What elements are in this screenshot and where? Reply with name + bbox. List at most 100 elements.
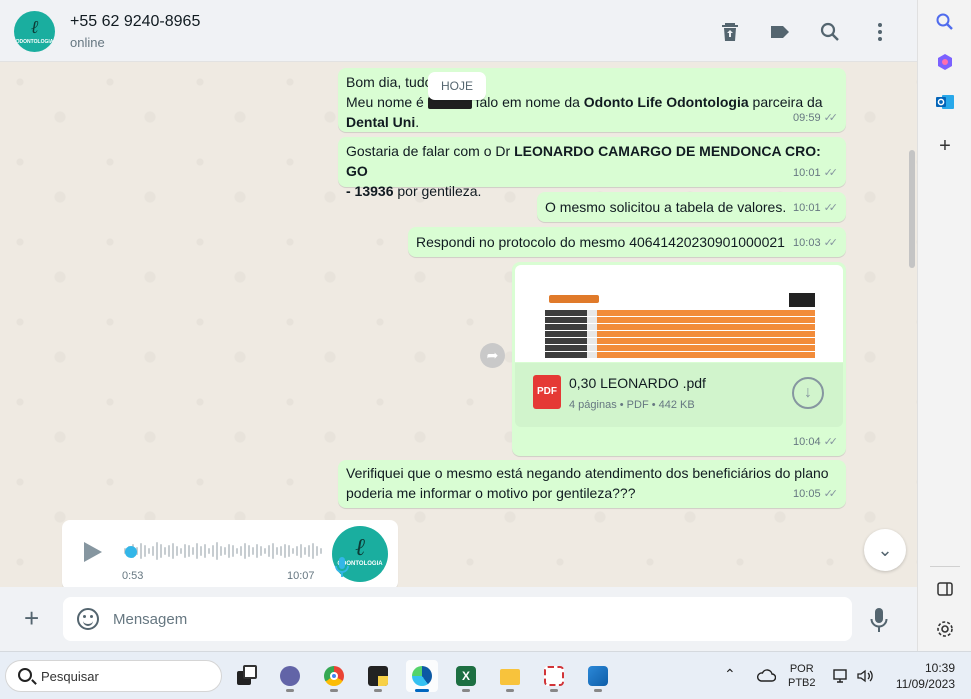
- double-check-icon: ✓✓: [823, 436, 839, 448]
- message-bubble[interactable]: Respondi no protocolo do mesmo 406414202…: [408, 227, 846, 257]
- double-check-icon: ✓✓: [823, 112, 839, 124]
- settings-icon[interactable]: [935, 619, 955, 639]
- message-meta: 10:03 ✓✓: [793, 233, 838, 253]
- sidebar-toggle-icon[interactable]: [935, 579, 955, 599]
- edge-icon[interactable]: [406, 660, 438, 692]
- message-time: 09:59: [793, 112, 821, 124]
- waveform-bar: [272, 543, 274, 559]
- message-bubble[interactable]: Verifiquei que o mesmo está negando aten…: [338, 460, 846, 508]
- forward-icon[interactable]: ➦: [480, 343, 505, 368]
- search-icon[interactable]: [935, 12, 955, 32]
- waveform-bar: [320, 548, 322, 554]
- waveform-bar: [244, 543, 246, 559]
- language-code: POR: [789, 663, 814, 675]
- search-icon[interactable]: [818, 20, 842, 44]
- document-message[interactable]: PDF 0,30 LEONARDO .pdf 4 páginas • PDF •…: [512, 262, 846, 456]
- taskbar-search[interactable]: Pesquisar: [5, 660, 222, 692]
- waveform-bar: [300, 544, 302, 558]
- archive-icon[interactable]: [718, 20, 742, 44]
- clock-time: 10:39: [924, 661, 955, 675]
- snipping-tool-icon[interactable]: [538, 660, 570, 692]
- emoji-icon[interactable]: [77, 608, 99, 630]
- waveform-bar: [192, 547, 194, 555]
- chrome-icon[interactable]: [318, 660, 350, 692]
- copilot-icon[interactable]: [935, 52, 955, 72]
- pdf-file-info[interactable]: PDF 0,30 LEONARDO .pdf 4 páginas • PDF •…: [515, 363, 843, 427]
- search-icon: [18, 668, 32, 682]
- teams-icon[interactable]: [274, 660, 306, 692]
- waveform-bar: [168, 545, 170, 557]
- message-bubble[interactable]: O mesmo solicitou a tabela de valores. 1…: [537, 192, 846, 222]
- message-list[interactable]: Bom dia, tudo Meu nome é falo em nome da…: [0, 62, 917, 587]
- volume-icon[interactable]: [856, 667, 874, 685]
- waveform-bar: [256, 544, 258, 558]
- message-time: 10:04: [793, 436, 821, 448]
- pdf-preview-thumbnail[interactable]: [515, 265, 843, 362]
- chevron-up-icon[interactable]: ⌃: [724, 666, 736, 699]
- waveform-bar: [296, 546, 298, 556]
- waveform-bar: [184, 544, 186, 558]
- pdf-header-box: [789, 293, 815, 307]
- waveform-bar: [160, 544, 162, 558]
- message-text: Bom dia, tudo: [346, 74, 433, 90]
- menu-icon[interactable]: [868, 20, 892, 44]
- waveform-bar: [176, 546, 178, 556]
- voice-duration: 0:53: [122, 570, 144, 582]
- playback-handle[interactable]: [125, 546, 137, 558]
- waveform-bar: [308, 545, 310, 557]
- waveform-bar: [196, 543, 198, 559]
- contact-name[interactable]: +55 62 9240-8965: [70, 13, 200, 31]
- scrollbar[interactable]: [909, 150, 915, 268]
- scroll-down-icon[interactable]: ⌄: [864, 529, 906, 571]
- message-text: Verifiquei que o mesmo está negando aten…: [346, 465, 829, 481]
- message-time: 10:07: [287, 570, 315, 582]
- file-explorer-icon[interactable]: [494, 660, 526, 692]
- pdf-table-image: [545, 310, 815, 362]
- pdf-file-details: 4 páginas • PDF • 442 KB: [569, 399, 695, 411]
- message-text: Meu nome é: [346, 94, 428, 110]
- double-check-icon: ✓✓: [823, 202, 839, 214]
- task-view-icon[interactable]: [231, 660, 263, 692]
- mic-icon[interactable]: [870, 607, 888, 633]
- waveform-bar: [156, 542, 158, 560]
- onedrive-icon[interactable]: [756, 667, 776, 683]
- network-icon[interactable]: [832, 667, 850, 685]
- message-bubble[interactable]: Bom dia, tudo Meu nome é falo em nome da…: [338, 68, 846, 132]
- add-icon[interactable]: +: [935, 136, 955, 156]
- photos-icon[interactable]: [582, 660, 614, 692]
- message-time: 10:05: [793, 488, 821, 500]
- waveform-bar: [180, 548, 182, 554]
- language-indicator[interactable]: POR PTB2: [788, 662, 816, 699]
- waveform-bar: [204, 544, 206, 558]
- message-text: Respondi no protocolo do mesmo 406414202…: [416, 234, 785, 250]
- download-icon[interactable]: ↓: [792, 377, 824, 409]
- waveform-bar: [188, 545, 190, 557]
- message-text: poderia me informar o motivo por gentile…: [346, 485, 636, 501]
- attach-icon[interactable]: +: [24, 605, 39, 631]
- waveform-bar: [304, 547, 306, 555]
- waveform-bar: [236, 548, 238, 554]
- sticky-notes-icon[interactable]: [362, 660, 394, 692]
- message-text: Gostaria de falar com o Dr: [346, 143, 515, 159]
- keyboard-layout: PTB2: [788, 677, 816, 689]
- message-time: 10:03: [793, 237, 821, 249]
- double-check-icon: ✓✓: [823, 237, 839, 249]
- message-input[interactable]: [113, 597, 833, 641]
- waveform-bar: [140, 543, 142, 559]
- waveform-bar: [260, 546, 262, 556]
- contact-avatar[interactable]: ℓ ODONTOLOGIA: [14, 11, 55, 52]
- double-check-icon: ✓✓: [823, 488, 839, 500]
- message-text: falo em nome da: [475, 94, 584, 110]
- label-icon[interactable]: [768, 20, 792, 44]
- play-icon[interactable]: [84, 542, 102, 562]
- system-clock[interactable]: 10:39 11/09/2023: [885, 660, 955, 699]
- waveform-bar: [252, 547, 254, 555]
- message-composer: +: [0, 587, 917, 651]
- outlook-icon[interactable]: [935, 92, 955, 112]
- pdf-file-name: 0,30 LEONARDO .pdf: [569, 375, 706, 391]
- voice-message[interactable]: 0:53 10:07 ℓ ODONTOLOGIA: [62, 520, 398, 587]
- message-field[interactable]: [63, 597, 852, 641]
- message-bubble[interactable]: Gostaria de falar com o Dr LEONARDO CAMA…: [338, 137, 846, 199]
- excel-icon[interactable]: X: [450, 660, 482, 692]
- waveform-bar: [148, 548, 150, 554]
